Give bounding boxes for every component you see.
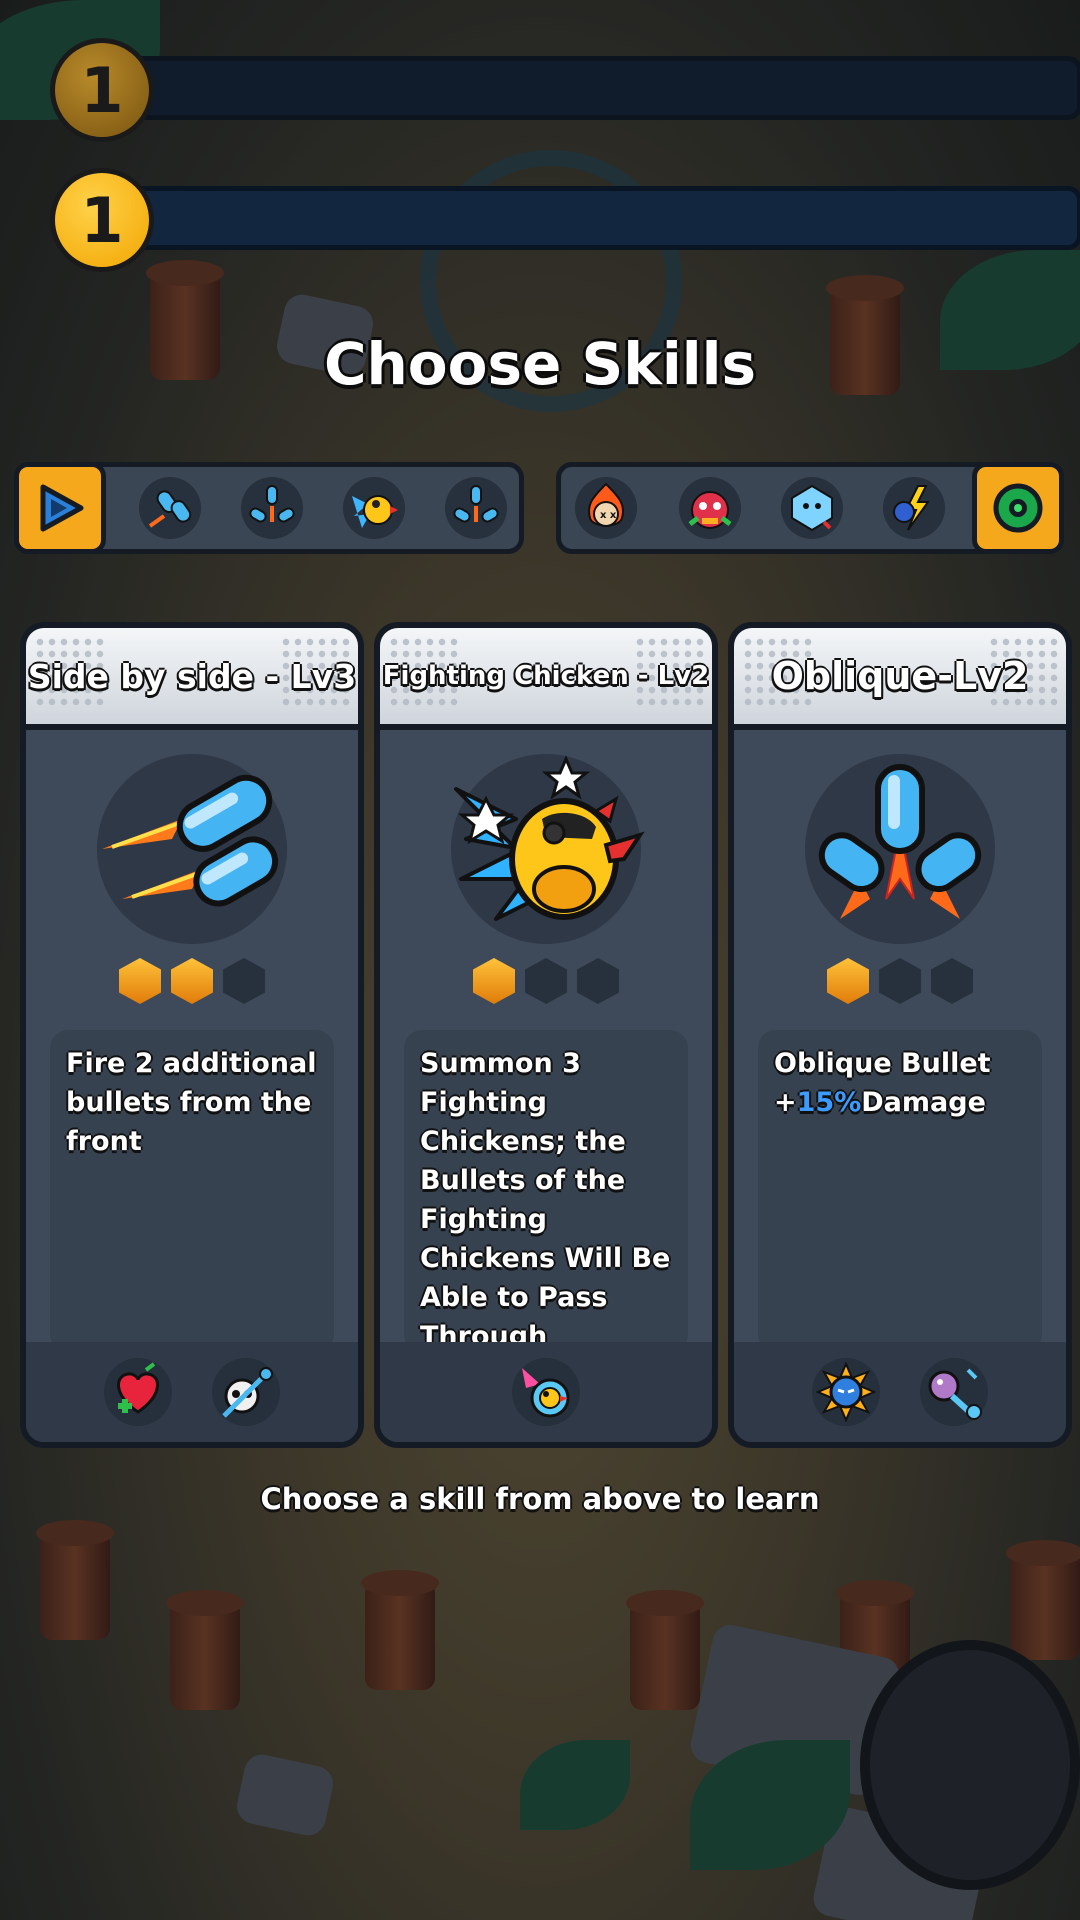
hint-text: Choose a skill from above to learn [260,1482,820,1516]
synergy-icons [26,1342,358,1442]
skill-tray-passive: x x [556,462,1064,554]
heart-plus-icon [104,1358,172,1426]
side-bullets-icon [97,754,287,944]
potion-key-icon [920,1358,988,1426]
skill-card-oblique[interactable]: Oblique-Lv2 Oblique Bullet +15%Damage [728,622,1072,1448]
page-title: Choose Skills [323,330,757,398]
level-star-empty [931,958,973,1004]
skill-description: Oblique Bullet +15%Damage [758,1030,1042,1352]
skill-description: Fire 2 additional bullets from the front [50,1030,334,1352]
side-bullets-icon[interactable] [139,477,201,539]
xp-bar [120,56,1080,120]
card-title: Side by side - Lv3 [27,656,357,696]
skill-level-stars [26,958,358,1004]
card-title: Fighting Chicken - Lv2 [382,661,710,691]
card-header: Oblique-Lv2 [734,628,1066,730]
description-text: Damage [861,1087,986,1118]
angry-red-chicken-icon[interactable] [679,477,741,539]
play-triangle-icon[interactable] [14,462,106,554]
level-star-filled [171,958,213,1004]
card-header: Side by side - Lv3 [26,628,358,730]
oblique-bullets-icon [805,754,995,944]
chicken-dash-icon [512,1358,580,1426]
level-star-filled [827,958,869,1004]
level-star-empty [879,958,921,1004]
skill-description: Summon 3 Fighting Chickens; the Bullets … [404,1030,688,1391]
fire-skull-icon[interactable]: x x [575,477,637,539]
level-star-filled [473,958,515,1004]
level-star-empty [577,958,619,1004]
fighting-chicken-icon[interactable] [343,477,405,539]
blue-fire-orb-icon [812,1358,880,1426]
level-star-filled [119,958,161,1004]
synergy-icons [380,1342,712,1442]
oblique-bullets-icon[interactable] [445,477,507,539]
skill-card-fighting-chicken[interactable]: Fighting Chicken - Lv2 Summon 3 Fighting… [374,622,718,1448]
damage-bonus-value: 15% [796,1087,862,1118]
fighting-chicken-icon [451,754,645,944]
green-ring-icon[interactable] [972,462,1064,554]
level-badge: 1 [50,38,154,142]
level-star-empty [525,958,567,1004]
card-header: Fighting Chicken - Lv2 [380,628,712,730]
synergy-icons [734,1342,1066,1442]
level-badge: 1 [50,168,154,272]
skill-level-stars [734,958,1066,1004]
skill-tray-active [14,462,524,554]
lightning-potion-icon[interactable] [883,477,945,539]
svg-text:x x: x x [600,510,617,521]
oblique-bullets-icon[interactable] [241,477,303,539]
xp-bar [120,186,1080,250]
card-title: Oblique-Lv2 [771,654,1029,698]
skill-level-stars [380,958,712,1004]
level-star-empty [223,958,265,1004]
skill-card-side-by-side[interactable]: Side by side - Lv3 Fire 2 additional bul… [20,622,364,1448]
ice-crystal-icon[interactable] [781,477,843,539]
skull-arrow-icon [212,1358,280,1426]
